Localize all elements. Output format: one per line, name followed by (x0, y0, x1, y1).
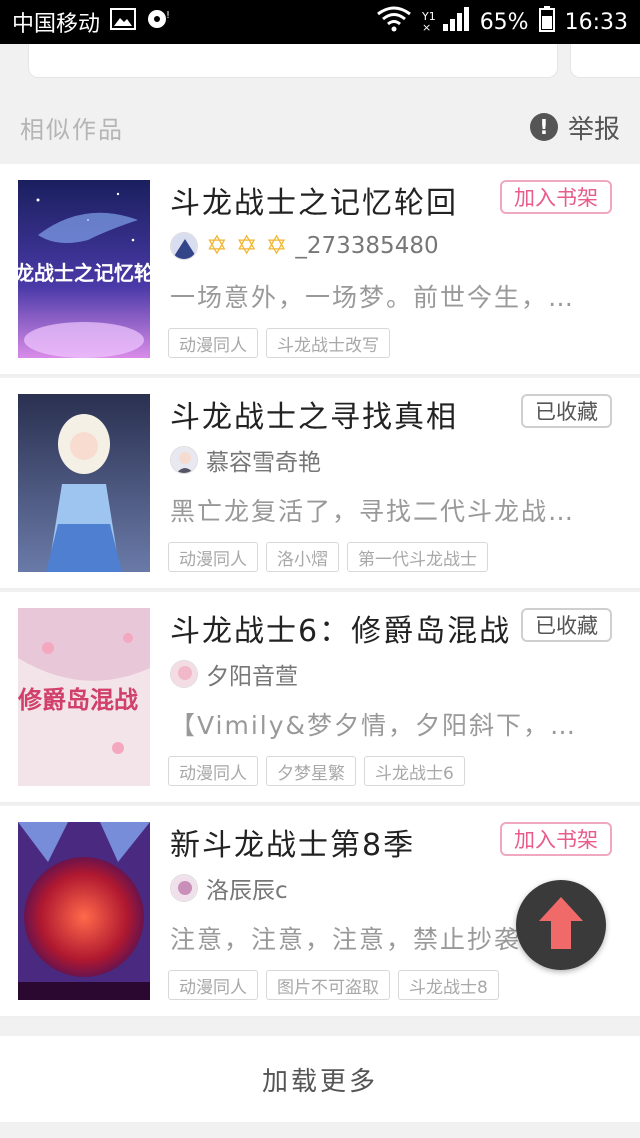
scroll-top-button[interactable] (516, 880, 606, 970)
book-title[interactable]: 斗龙战士6：修爵岛混战 (170, 606, 511, 650)
author-row[interactable]: 慕容雪奇艳 (170, 444, 321, 476)
status-bar: 中国移动 ! Y1 × 65% 16:33 (0, 0, 640, 44)
similar-works-header: 相似作品 ! 举报 (0, 90, 640, 164)
author-row[interactable]: ✡ ✡ ✡ _273385480 (170, 230, 439, 262)
tag[interactable]: 动漫同人 (168, 970, 258, 1000)
author-row[interactable]: 洛辰辰c (170, 872, 288, 904)
network-data: × (421, 21, 432, 34)
alert-icon: ! (529, 113, 558, 141)
cover-title: 斗龙战士之记忆轮回 (18, 261, 150, 285)
image-icon (110, 8, 137, 36)
tag[interactable]: 斗龙战士8 (398, 970, 499, 1000)
svg-text:!: ! (166, 10, 170, 21)
tag[interactable]: 夕梦星繁 (266, 756, 356, 786)
signal-icon (442, 6, 470, 38)
tag[interactable]: 动漫同人 (168, 756, 258, 786)
tag-list: 动漫同人 图片不可盗取 斗龙战士8 (168, 970, 499, 1000)
tag[interactable]: 动漫同人 (168, 542, 258, 572)
top-card[interactable] (28, 44, 558, 78)
section-title: 相似作品 (20, 115, 124, 144)
saved-button[interactable]: 已收藏 (521, 394, 612, 428)
avatar (170, 232, 198, 260)
arrow-up-icon (537, 895, 585, 955)
report-button[interactable]: ! 举报 (529, 109, 620, 146)
star-badge-icon: ✡ (265, 231, 288, 261)
star-badge-icon: ✡ (206, 231, 228, 261)
star-badge-icon: ✡ (235, 231, 258, 261)
avatar (170, 660, 198, 688)
avatar (170, 446, 198, 474)
top-cards-area (0, 44, 640, 90)
book-title[interactable]: 斗龙战士之记忆轮回 (170, 178, 458, 222)
top-card[interactable] (570, 44, 640, 78)
tag[interactable]: 斗龙战士6 (364, 756, 465, 786)
tag-list: 动漫同人 夕梦星繁 斗龙战士6 (168, 756, 465, 786)
network-indicator: Y1 × (422, 11, 436, 33)
tag-list: 动漫同人 斗龙战士改写 (168, 328, 390, 358)
report-label: 举报 (567, 114, 620, 145)
author-name: 慕容雪奇艳 (206, 450, 321, 476)
book-cover[interactable] (18, 394, 150, 572)
list-item[interactable]: 斗龙战士之记忆轮回 斗龙战士之记忆轮回 加入书架 ✡ ✡ ✡ _27338548… (0, 164, 640, 376)
book-description: 一场意外，一场梦。前世今生，… (170, 283, 576, 312)
tag[interactable]: 洛小熠 (266, 542, 339, 572)
tag-list: 动漫同人 洛小熠 第一代斗龙战士 (168, 542, 488, 572)
author-name: 夕阳音萱 (206, 664, 298, 690)
book-cover[interactable] (18, 822, 150, 1000)
battery-percent: 65% (479, 9, 529, 35)
add-to-shelf-button[interactable]: 加入书架 (500, 822, 612, 856)
saved-button[interactable]: 已收藏 (521, 608, 612, 642)
book-title[interactable]: 斗龙战士之寻找真相 (170, 392, 458, 436)
avatar (170, 874, 198, 902)
author-name: _273385480 (295, 233, 439, 259)
wifi-icon (376, 6, 412, 38)
cover-title: 修爵岛混战 (18, 686, 138, 714)
author-row[interactable]: 夕阳音萱 (170, 658, 298, 690)
tag[interactable]: 斗龙战士改写 (266, 328, 390, 358)
book-description: 【Vimily&梦夕情，夕阳斜下，… (170, 711, 578, 740)
media-icon: ! (146, 8, 172, 36)
add-to-shelf-button[interactable]: 加入书架 (500, 180, 612, 214)
clock: 16:33 (564, 9, 628, 35)
list-item[interactable]: 修爵岛混战 斗龙战士6：修爵岛混战 已收藏 夕阳音萱 【Vimily&梦夕情，夕… (0, 592, 640, 804)
battery-icon (538, 6, 555, 38)
list-item[interactable]: 斗龙战士之寻找真相 已收藏 慕容雪奇艳 黑亡龙复活了，寻找二代斗龙战… 动漫同人… (0, 378, 640, 590)
load-more-button[interactable]: 加载更多 (0, 1036, 640, 1122)
book-cover[interactable]: 修爵岛混战 (18, 608, 150, 786)
tag[interactable]: 图片不可盗取 (266, 970, 390, 1000)
book-cover[interactable]: 斗龙战士之记忆轮回 (18, 180, 150, 358)
book-title[interactable]: 新斗龙战士第8季 (170, 820, 415, 864)
carrier-name: 中国移动 (12, 12, 101, 37)
tag[interactable]: 第一代斗龙战士 (347, 542, 488, 572)
author-name: 洛辰辰c (206, 878, 288, 904)
book-description: 黑亡龙复活了，寻找二代斗龙战… (170, 497, 576, 526)
tag[interactable]: 动漫同人 (168, 328, 258, 358)
